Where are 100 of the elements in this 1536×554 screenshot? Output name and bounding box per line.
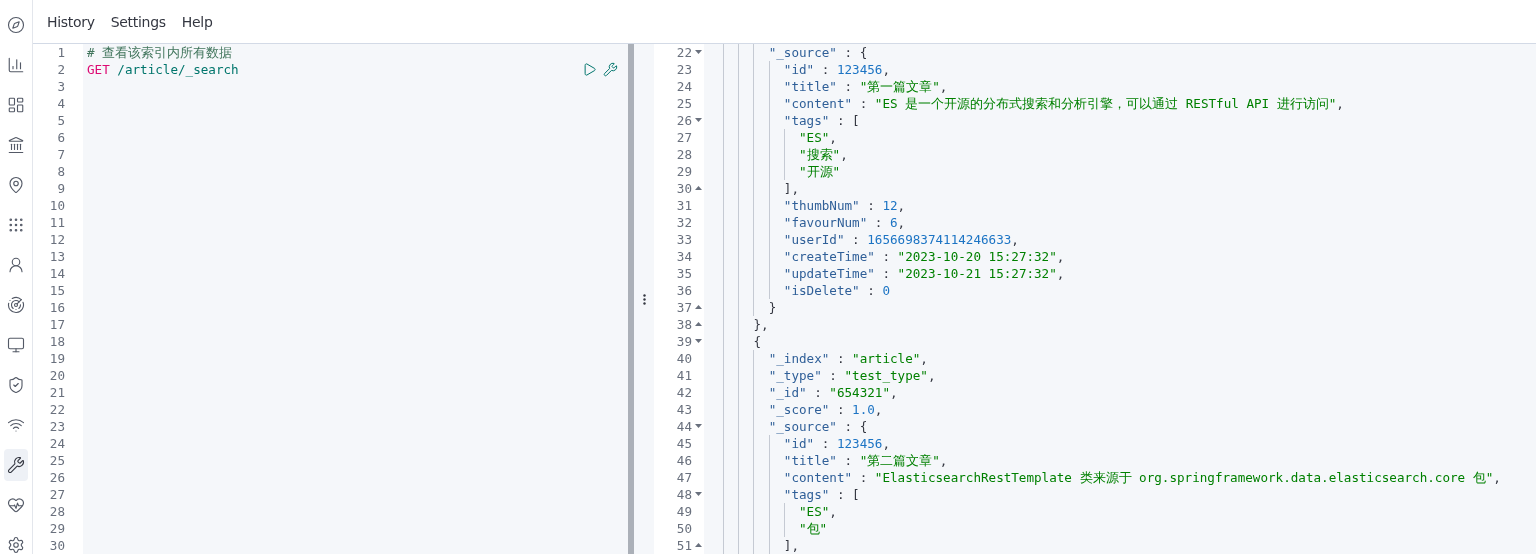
line-number: 30: [676, 180, 692, 197]
line-number: 42: [676, 384, 692, 401]
line-number: 16: [49, 299, 65, 316]
line-number: 4: [57, 95, 65, 112]
line-number: 41: [676, 367, 692, 384]
line-number: 27: [49, 486, 65, 503]
monitor-icon: [7, 336, 25, 354]
code-line: "thumbNum" : 12,: [782, 197, 906, 214]
line-number: 32: [676, 214, 692, 231]
code-line: }: [767, 299, 777, 316]
dashboard-icon: [7, 96, 25, 114]
line-number: 14: [49, 265, 65, 282]
code-line: "开源": [798, 163, 841, 180]
unfold-caret-icon[interactable]: [695, 186, 702, 191]
line-number: 29: [676, 163, 692, 180]
line-number: 30: [49, 537, 65, 554]
line-number: 46: [676, 452, 692, 469]
grid-icon: [7, 216, 25, 234]
code-line: ],: [782, 180, 799, 197]
line-number: 38: [676, 316, 692, 333]
unfold-caret-icon[interactable]: [695, 543, 702, 548]
line-number: 50: [676, 520, 692, 537]
unfold-caret-icon[interactable]: [695, 305, 702, 310]
code-line: "_index" : "article",: [767, 350, 928, 367]
line-number: 8: [57, 163, 65, 180]
menu-item[interactable]: Help: [181, 13, 213, 30]
code-line: "id" : 123456,: [782, 61, 890, 78]
line-number: 18: [49, 333, 65, 350]
code-line: "title" : "第一篇文章",: [782, 78, 948, 95]
heart-pulse-icon: [7, 496, 25, 514]
radar-icon: [7, 296, 25, 314]
line-number: 20: [49, 367, 65, 384]
fold-caret-icon[interactable]: [695, 492, 702, 497]
code-line: "title" : "第二篇文章",: [782, 452, 948, 469]
line-number: 3: [57, 78, 65, 95]
line-number: 21: [49, 384, 65, 401]
line-number: 1: [57, 44, 65, 61]
line-number: 35: [676, 265, 692, 282]
code-line: "_source" : {: [767, 418, 868, 435]
line-number: 45: [676, 435, 692, 452]
settings-icon: [7, 536, 25, 554]
line-number: 13: [49, 248, 65, 265]
menu-item[interactable]: History: [47, 13, 95, 30]
building-icon: [7, 136, 25, 154]
fold-caret-icon[interactable]: [695, 339, 702, 344]
drag-handle-icon[interactable]: [642, 293, 646, 305]
line-number: 10: [49, 197, 65, 214]
menu-item[interactable]: Settings: [110, 13, 166, 30]
line-number: 40: [676, 350, 692, 367]
compass-icon: [7, 16, 25, 34]
line-number: 28: [676, 146, 692, 163]
shield-icon: [7, 376, 25, 394]
line-number: 6: [57, 129, 65, 146]
run-button[interactable]: [582, 62, 597, 77]
line-number: 34: [676, 248, 692, 265]
line-number: 36: [676, 282, 692, 299]
code-line: {: [752, 333, 762, 350]
line-number: 39: [676, 333, 692, 350]
map-pin-icon: [7, 176, 25, 194]
fold-caret-icon[interactable]: [695, 424, 702, 429]
line-number: 29: [49, 520, 65, 537]
line-number: 25: [49, 452, 65, 469]
fold-caret-icon[interactable]: [695, 118, 702, 123]
code-line: ],: [782, 537, 799, 554]
line-number: 22: [676, 44, 692, 61]
wrench-button[interactable]: [603, 62, 618, 77]
code-line: "id" : 123456,: [782, 435, 890, 452]
code-line: "搜索",: [798, 146, 848, 163]
code-line: "createTime" : "2023-10-20 15:27:32",: [782, 248, 1065, 265]
line-number: 33: [676, 231, 692, 248]
line-number: 26: [49, 469, 65, 486]
chart-icon: [7, 56, 25, 74]
line-number: 22: [49, 401, 65, 418]
line-number: 44: [676, 418, 692, 435]
line-number: 27: [676, 129, 692, 146]
line-number: 47: [676, 469, 692, 486]
code-line: # 查看该索引内所有数据: [87, 44, 233, 61]
line-number: 24: [676, 78, 692, 95]
sidebar-item[interactable]: [4, 449, 28, 481]
code-line: "ES",: [798, 129, 837, 146]
code-line: "content" : "ES 是一个开源的分布式搜索和分析引擎，可以通过 RESTful API 进行访问",: [782, 95, 1344, 112]
code-line: "content" : "ElasticsearchRestTemplate 类来源于 org.springframework.data.elasticsearch.core 包",: [782, 469, 1501, 486]
line-number: 28: [49, 503, 65, 520]
fold-caret-icon[interactable]: [695, 50, 702, 55]
line-number: 23: [676, 61, 692, 78]
code-line: "ES",: [798, 503, 837, 520]
line-number: 31: [676, 197, 692, 214]
code-line: "_score" : 1.0,: [767, 401, 883, 418]
line-number: 5: [57, 112, 65, 129]
code-line: },: [752, 316, 769, 333]
line-number: 25: [676, 95, 692, 112]
line-number: 12: [49, 231, 65, 248]
code-line: "updateTime" : "2023-10-21 15:27:32",: [782, 265, 1065, 282]
line-number: 51: [676, 537, 692, 554]
code-line: GET /article/_search: [87, 61, 239, 78]
unfold-caret-icon[interactable]: [695, 322, 702, 327]
line-number: 23: [49, 418, 65, 435]
line-number: 49: [676, 503, 692, 520]
line-number: 37: [676, 299, 692, 316]
line-number: 11: [49, 214, 65, 231]
